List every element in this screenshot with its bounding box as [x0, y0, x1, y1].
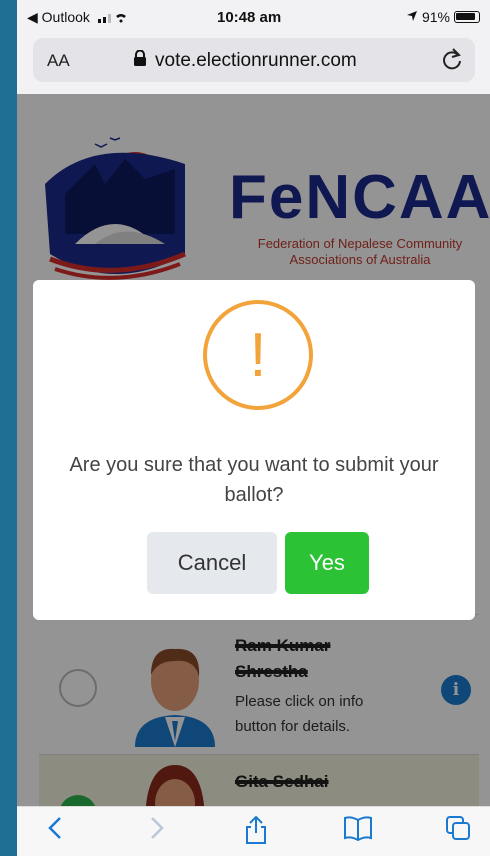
tabs-icon[interactable]	[445, 815, 471, 848]
confirm-dialog: ! Are you sure that you want to submit y…	[33, 280, 475, 620]
battery-percent: 91%	[421, 9, 450, 25]
battery-status: 91%	[406, 9, 480, 25]
status-bar: ◀ Outlook 10:48 am 91%	[17, 0, 490, 34]
back-to-app-link[interactable]: ◀ Outlook	[27, 9, 128, 26]
location-arrow-icon	[406, 9, 418, 25]
forward-icon[interactable]	[149, 815, 165, 848]
url-text: vote.electionrunner.com	[155, 50, 357, 71]
text-size-button[interactable]: AA	[47, 51, 70, 71]
back-app-label: ◀ Outlook	[27, 9, 90, 25]
page-content: FeNCAA Federation of Nepalese Community …	[17, 94, 490, 806]
bookmarks-icon[interactable]	[343, 815, 373, 848]
share-icon[interactable]	[245, 815, 267, 852]
url-field[interactable]: AA vote.electionrunner.com	[33, 38, 475, 82]
battery-icon	[454, 11, 480, 23]
url-display[interactable]: vote.electionrunner.com	[133, 49, 357, 72]
back-icon[interactable]	[47, 815, 63, 848]
address-bar: AA vote.electionrunner.com	[17, 34, 490, 94]
signal-icon	[97, 10, 128, 26]
exclamation-icon: !	[203, 300, 313, 410]
reload-icon[interactable]	[441, 47, 463, 77]
cancel-button[interactable]: Cancel	[147, 532, 277, 594]
clock: 10:48 am	[217, 9, 282, 26]
browser-toolbar	[17, 806, 490, 856]
yes-button[interactable]: Yes	[285, 532, 369, 594]
phone-screen: ◀ Outlook 10:48 am 91% AA vote.electionr…	[17, 0, 490, 856]
dialog-question: Are you sure that you want to submit you…	[69, 454, 439, 506]
lock-icon	[133, 49, 147, 72]
